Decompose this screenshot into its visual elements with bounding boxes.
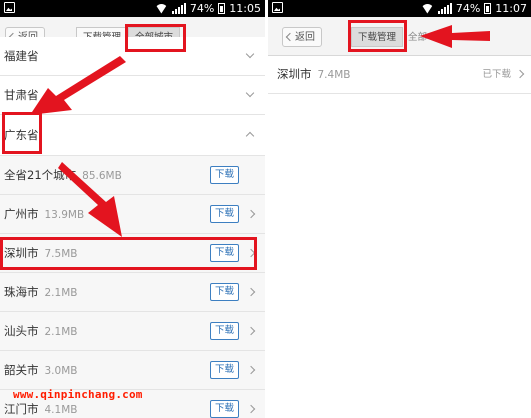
city-size: 4.1MB — [44, 404, 78, 416]
city-size: 7.4MB — [317, 69, 351, 81]
gallery-notification-icon — [272, 2, 283, 13]
city-name: 韶关市 — [4, 363, 39, 377]
download-button[interactable]: 下载 — [210, 322, 239, 340]
chevron-right-icon — [246, 365, 256, 375]
back-button[interactable]: 返回 — [282, 27, 322, 47]
signal-icon — [437, 3, 452, 14]
table-row[interactable]: 广州市 13.9MB 下载 — [0, 195, 265, 234]
chevron-right-icon — [246, 326, 256, 336]
chevron-down-icon — [245, 49, 255, 59]
city-name: 广州市 — [4, 207, 39, 221]
download-button[interactable]: 下载 — [210, 361, 239, 379]
battery-percent: 74% — [455, 2, 481, 15]
right-screen: 74% 11:07 返回 下载管理 全部 深圳市 7.4MB 已下载 — [268, 0, 531, 418]
list-item[interactable]: 福建省 — [0, 37, 265, 76]
list-item[interactable]: 广东省 — [0, 115, 265, 156]
city-name: 全省21个城市 — [4, 168, 77, 182]
wifi-icon — [155, 4, 168, 14]
table-row[interactable]: 全省21个城市 85.6MB 下载 — [0, 156, 265, 195]
download-button[interactable]: 下载 — [210, 400, 239, 418]
tab-all-cities[interactable]: 全部 — [403, 27, 431, 47]
table-row[interactable]: 深圳市 7.5MB 下载 — [0, 234, 265, 273]
list-item[interactable]: 甘肃省 — [0, 76, 265, 115]
chevron-right-icon — [246, 248, 256, 258]
header-bar: 返回 下载管理 全部 — [268, 17, 531, 56]
city-size: 2.1MB — [44, 287, 78, 299]
city-name: 深圳市 — [4, 246, 39, 260]
city-size: 13.9MB — [44, 209, 85, 221]
clock: 11:07 — [495, 2, 527, 15]
chevron-right-icon — [515, 69, 525, 79]
download-button[interactable]: 下载 — [210, 244, 239, 262]
gallery-notification-icon — [4, 2, 15, 13]
battery-icon — [484, 3, 492, 14]
province-name: 福建省 — [4, 49, 39, 63]
battery-percent: 74% — [189, 2, 215, 15]
chevron-right-icon — [246, 287, 256, 297]
table-row[interactable]: 珠海市 2.1MB 下载 — [0, 273, 265, 312]
city-size: 3.0MB — [44, 365, 78, 377]
battery-icon — [218, 3, 226, 14]
tab-download-manager[interactable]: 下载管理 — [351, 27, 404, 47]
status-bar: 74% 11:07 — [268, 0, 531, 17]
city-name: 江门市 — [4, 402, 39, 416]
chevron-right-icon — [246, 404, 256, 414]
chevron-right-icon — [246, 209, 256, 219]
download-item[interactable]: 深圳市 7.4MB 已下载 — [268, 56, 531, 94]
province-name: 甘肃省 — [4, 88, 39, 102]
clock: 11:05 — [229, 2, 261, 15]
city-size: 7.5MB — [44, 248, 78, 260]
left-screen: 74% 11:05 返回 下载管理 全部城市 福建省 甘肃省 广东省 全省21个… — [0, 0, 265, 418]
download-button[interactable]: 下载 — [210, 205, 239, 223]
city-size: 85.6MB — [82, 170, 122, 182]
wifi-icon — [421, 4, 434, 14]
city-name: 汕头市 — [4, 324, 39, 338]
download-status: 已下载 — [482, 69, 511, 80]
table-row[interactable]: 汕头市 2.1MB 下载 — [0, 312, 265, 351]
chevron-up-icon — [245, 131, 255, 141]
province-name: 广东省 — [4, 128, 39, 142]
city-name: 珠海市 — [4, 285, 39, 299]
watermark: www.qinpinchang.com — [13, 388, 143, 401]
download-button[interactable]: 下载 — [210, 283, 239, 301]
table-row[interactable]: 韶关市 3.0MB 下载 — [0, 351, 265, 390]
chevron-down-icon — [245, 88, 255, 98]
city-size: 2.1MB — [44, 326, 78, 338]
signal-icon — [171, 3, 186, 14]
status-bar: 74% 11:05 — [0, 0, 265, 17]
download-button[interactable]: 下载 — [210, 166, 239, 184]
city-name: 深圳市 — [277, 67, 312, 81]
